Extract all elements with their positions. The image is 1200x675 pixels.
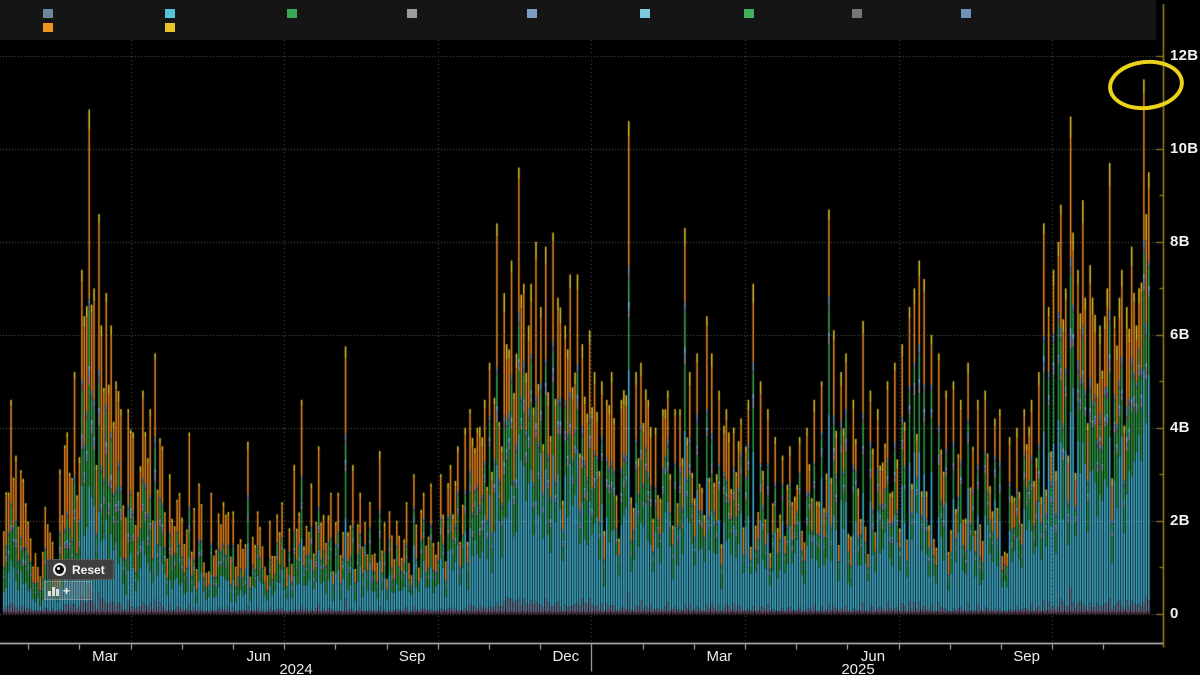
y-axis-tick-label: 4B	[1170, 419, 1190, 436]
y-axis-tick-label: 6B	[1170, 326, 1190, 343]
y-axis-tick-label: 2B	[1170, 512, 1190, 529]
x-axis-month-label: Mar	[706, 648, 732, 665]
y-axis-tick-label: 0	[1170, 605, 1179, 622]
x-axis-month-label: Mar	[92, 648, 118, 665]
bloomberg-volume-chart: 12B10B8B6B4B2B0MarJunSepDecMarJunSep2024…	[0, 0, 1200, 675]
mini-bar-chart-icon	[48, 586, 59, 596]
y-axis-tick-label: 10B	[1170, 140, 1198, 157]
x-axis-year-label: 2025	[841, 661, 874, 675]
x-axis-month-label: Sep	[1013, 648, 1040, 665]
add-annotation-plus-icon: +	[63, 586, 70, 596]
x-axis-year-label: 2024	[279, 661, 312, 675]
y-axis-tick-label: 12B	[1170, 47, 1198, 64]
y-axis-tick-label: 8B	[1170, 233, 1190, 250]
reset-button-label: Reset	[72, 564, 105, 576]
x-axis-month-label: Dec	[552, 648, 579, 665]
x-axis-month-label: Jun	[247, 648, 271, 665]
reset-target-icon	[53, 563, 66, 576]
x-axis-month-label: Sep	[399, 648, 426, 665]
reset-button[interactable]: Reset	[47, 559, 114, 580]
stacked-volume-bars-canvas[interactable]	[0, 0, 1200, 675]
chart-mini-toolbox[interactable]: +	[44, 581, 92, 600]
